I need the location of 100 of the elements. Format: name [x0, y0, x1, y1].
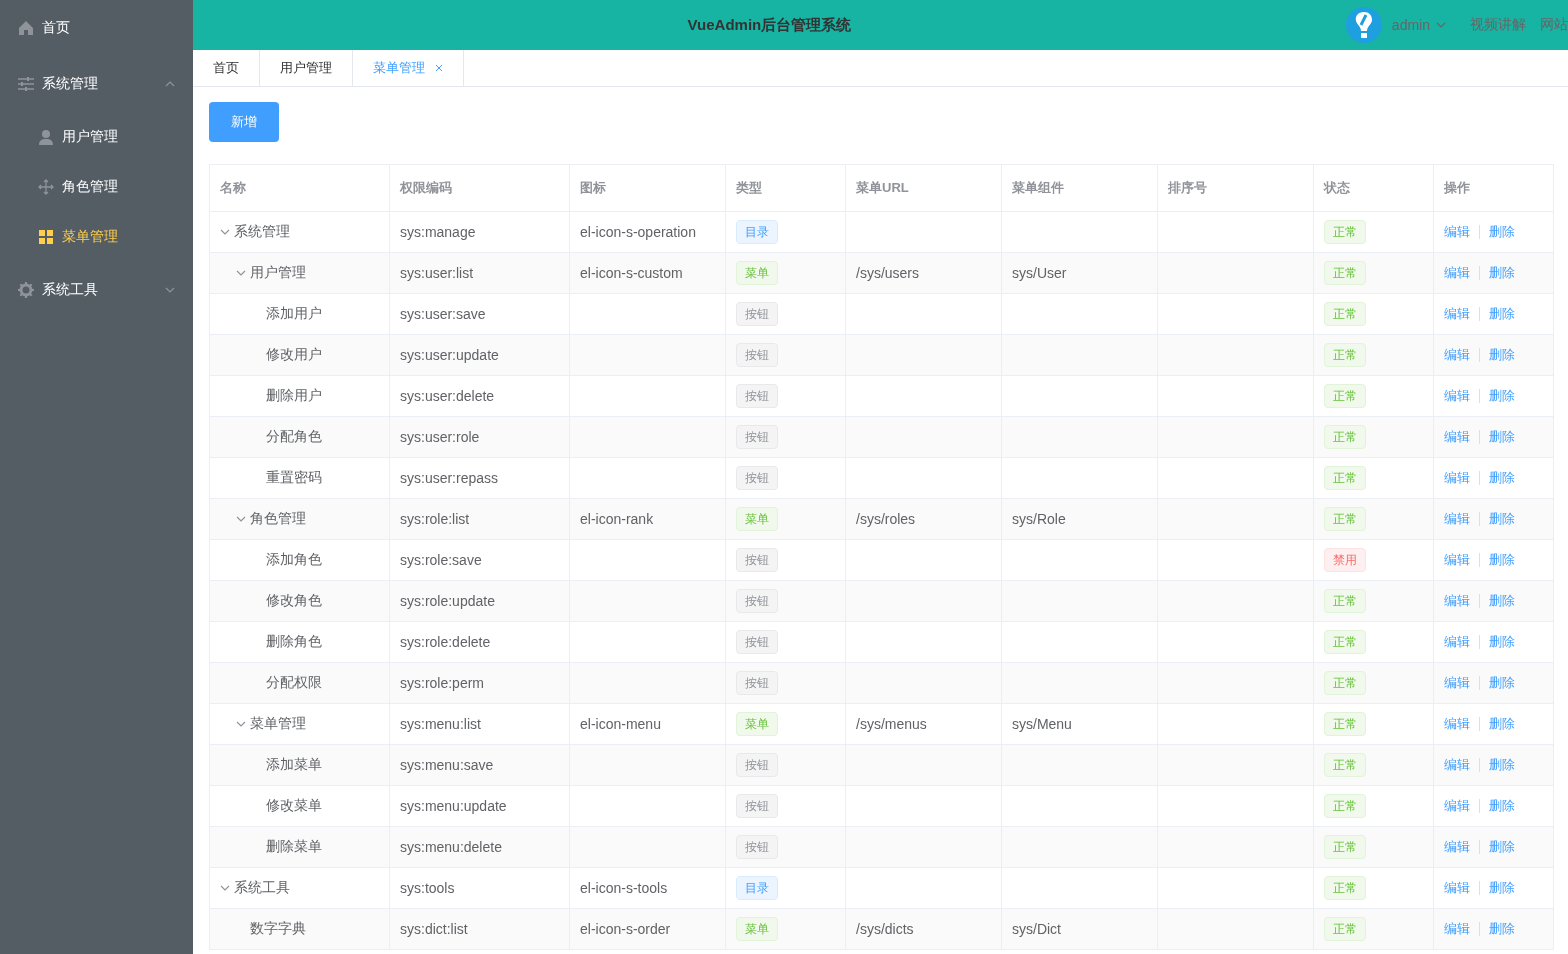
edit-link[interactable]: 编辑: [1444, 265, 1470, 280]
table-cell: 添加角色: [266, 551, 322, 569]
delete-link[interactable]: 删除: [1489, 798, 1515, 813]
delete-link[interactable]: 删除: [1489, 839, 1515, 854]
status-tag: 正常: [1324, 794, 1366, 818]
delete-link[interactable]: 删除: [1489, 593, 1515, 608]
edit-link[interactable]: 编辑: [1444, 347, 1470, 362]
header-link[interactable]: 网站: [1540, 16, 1568, 34]
edit-link[interactable]: 编辑: [1444, 470, 1470, 485]
type-tag: 按钮: [736, 630, 778, 654]
table-cell: 删除菜单: [266, 838, 322, 856]
table-cell: el-icon-rank: [569, 498, 726, 540]
status-tag: 正常: [1324, 589, 1366, 613]
delete-link[interactable]: 删除: [1489, 306, 1515, 321]
expand-icon: [220, 229, 230, 235]
table-cell: 修改角色: [266, 592, 322, 610]
table-cell: sys:user:delete: [389, 375, 570, 417]
expand-icon: [236, 516, 246, 522]
status-tag: 正常: [1324, 261, 1366, 285]
status-tag: 正常: [1324, 220, 1366, 244]
column-header: 菜单URL: [845, 164, 1002, 212]
table-cell: el-icon-s-custom: [569, 252, 726, 294]
edit-link[interactable]: 编辑: [1444, 839, 1470, 854]
sidebar-item[interactable]: 首页: [0, 0, 193, 56]
table-cell: 修改菜单: [266, 797, 322, 815]
table-cell: sys:tools: [389, 867, 570, 909]
expand-icon: [236, 270, 246, 276]
delete-link[interactable]: 删除: [1489, 675, 1515, 690]
status-tag: 正常: [1324, 507, 1366, 531]
edit-link[interactable]: 编辑: [1444, 757, 1470, 772]
delete-link[interactable]: 删除: [1489, 716, 1515, 731]
delete-link[interactable]: 删除: [1489, 634, 1515, 649]
type-tag: 按钮: [736, 671, 778, 695]
delete-link[interactable]: 删除: [1489, 757, 1515, 772]
add-button[interactable]: 新增: [209, 102, 279, 142]
sidebar-item[interactable]: 角色管理: [0, 162, 193, 212]
delete-link[interactable]: 删除: [1489, 347, 1515, 362]
delete-link[interactable]: 删除: [1489, 265, 1515, 280]
edit-link[interactable]: 编辑: [1444, 552, 1470, 567]
delete-link[interactable]: 删除: [1489, 429, 1515, 444]
table-cell: sys:role:update: [389, 580, 570, 622]
status-tag: 正常: [1324, 835, 1366, 859]
sidebar-item[interactable]: 系统管理: [0, 56, 193, 112]
sidebar-item[interactable]: 用户管理: [0, 112, 193, 162]
user-menu[interactable]: admin: [1391, 17, 1446, 33]
edit-link[interactable]: 编辑: [1444, 798, 1470, 813]
delete-link[interactable]: 删除: [1489, 388, 1515, 403]
edit-link[interactable]: 编辑: [1444, 880, 1470, 895]
edit-link[interactable]: 编辑: [1444, 388, 1470, 403]
column-header: 权限编码: [389, 164, 570, 212]
status-tag: 正常: [1324, 384, 1366, 408]
status-tag: 正常: [1324, 876, 1366, 900]
status-tag: 正常: [1324, 917, 1366, 941]
status-tag: 正常: [1324, 671, 1366, 695]
edit-link[interactable]: 编辑: [1444, 675, 1470, 690]
user-icon: [38, 129, 54, 145]
type-tag: 按钮: [736, 466, 778, 490]
sidebar-item[interactable]: 系统工具: [0, 262, 193, 318]
table-cell: 系统工具: [234, 879, 290, 897]
table-cell: sys:role:list: [389, 498, 570, 540]
status-tag: 正常: [1324, 630, 1366, 654]
column-header: 状态: [1313, 164, 1434, 212]
delete-link[interactable]: 删除: [1489, 511, 1515, 526]
table-cell: sys:user:save: [389, 293, 570, 335]
delete-link[interactable]: 删除: [1489, 470, 1515, 485]
header-link[interactable]: 视频讲解: [1470, 16, 1526, 34]
table-cell: 分配角色: [266, 428, 322, 446]
gear-icon: [18, 282, 34, 298]
edit-link[interactable]: 编辑: [1444, 593, 1470, 608]
edit-link[interactable]: 编辑: [1444, 511, 1470, 526]
home-icon: [18, 20, 34, 36]
edit-link[interactable]: 编辑: [1444, 306, 1470, 321]
table-cell: sys:menu:save: [389, 744, 570, 786]
column-header: 操作: [1433, 164, 1554, 212]
table-cell: 修改用户: [266, 346, 322, 364]
table-cell: sys:menu:delete: [389, 826, 570, 868]
table-cell: sys:role:perm: [389, 662, 570, 704]
sidebar-item[interactable]: 菜单管理: [0, 212, 193, 262]
edit-link[interactable]: 编辑: [1444, 634, 1470, 649]
status-tag: 正常: [1324, 753, 1366, 777]
type-tag: 菜单: [736, 917, 778, 941]
table-cell: el-icon-s-operation: [569, 211, 726, 253]
status-tag: 正常: [1324, 425, 1366, 449]
column-header: 图标: [569, 164, 726, 212]
edit-link[interactable]: 编辑: [1444, 921, 1470, 936]
delete-link[interactable]: 删除: [1489, 552, 1515, 567]
close-icon[interactable]: [435, 64, 443, 72]
edit-link[interactable]: 编辑: [1444, 429, 1470, 444]
status-tag: 禁用: [1324, 548, 1366, 572]
table-cell: el-icon-s-order: [569, 908, 726, 950]
status-tag: 正常: [1324, 712, 1366, 736]
avatar-icon: [1345, 7, 1382, 43]
edit-link[interactable]: 编辑: [1444, 224, 1470, 239]
delete-link[interactable]: 删除: [1489, 921, 1515, 936]
status-tag: 正常: [1324, 343, 1366, 367]
delete-link[interactable]: 删除: [1489, 880, 1515, 895]
type-tag: 按钮: [736, 384, 778, 408]
table-cell: sys:menu:list: [389, 703, 570, 745]
edit-link[interactable]: 编辑: [1444, 716, 1470, 731]
delete-link[interactable]: 删除: [1489, 224, 1515, 239]
